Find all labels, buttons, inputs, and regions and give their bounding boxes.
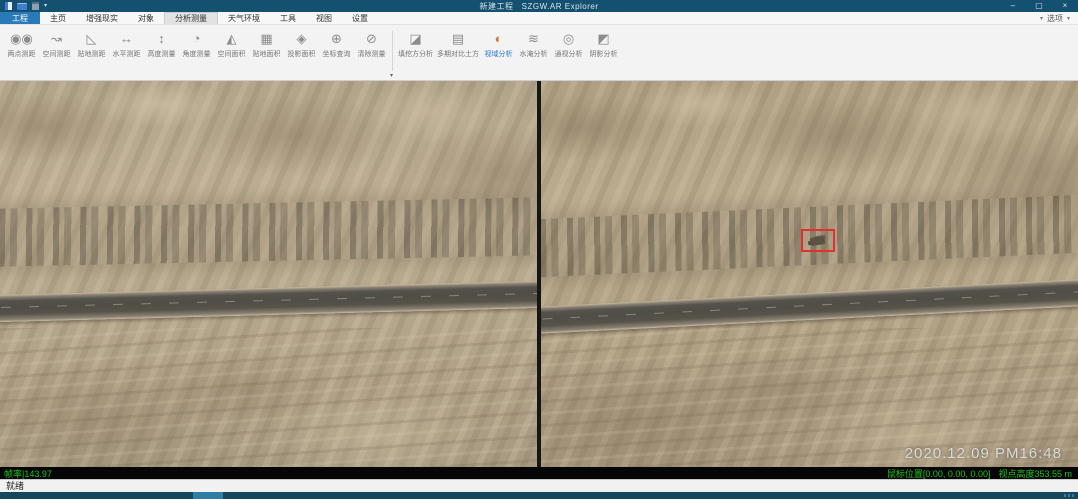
options-caret-right-icon: ▾ <box>1067 15 1070 22</box>
ready-status: 就绪 <box>6 481 24 491</box>
flood-analysis-icon: ≋ <box>528 30 539 47</box>
space-area-icon: ◭ <box>227 30 237 47</box>
left-dune-ripples <box>0 328 537 467</box>
dual-viewport: 2020.12.09 PM16:48 <box>0 81 1078 467</box>
angle-measure-button[interactable]: ◔ 角度测量 <box>179 30 214 59</box>
shadow-analysis-icon: ◩ <box>597 30 609 47</box>
resize-grip-icon <box>1064 494 1074 497</box>
clear-measure-button[interactable]: ⊘ 清除测量 <box>354 30 389 59</box>
window-title: 新建工程 SZGW.AR Explorer <box>0 1 1078 12</box>
menu-settings[interactable]: 设置 <box>342 12 378 24</box>
left-viewport[interactable] <box>0 81 537 467</box>
menu-analysis-measure[interactable]: 分析测量 <box>164 12 218 24</box>
horizontal-distance-button[interactable]: ↔ 水平测距 <box>109 30 144 59</box>
cut-fill-analysis-icon: ◪ <box>409 30 421 47</box>
horizontal-distance-icon: ↔ <box>120 30 133 47</box>
project-title: 新建工程 <box>479 2 513 11</box>
toolbar-overflow-icon[interactable]: ▾ <box>390 72 393 79</box>
ground-distance-icon: ◺ <box>87 30 97 47</box>
clear-measure-icon: ⊘ <box>366 30 377 47</box>
menu-view[interactable]: 视图 <box>306 12 342 24</box>
projection-area-icon: ◈ <box>297 30 307 47</box>
space-distance-button[interactable]: ↝ 空间测距 <box>39 30 74 59</box>
options-label: 选项 <box>1047 13 1063 24</box>
menu-bar: 工程 主页 增强现实 对象 分析测量 天气环境 工具 视图 设置 ▾ 选项 ▾ <box>0 12 1078 25</box>
viewshed-analysis-icon: ◐ <box>495 30 503 47</box>
viewshed-analysis-button[interactable]: ◐ 视域分析 <box>481 30 516 59</box>
multi-period-compare-button[interactable]: ▤ 多期对比土方 <box>435 30 481 59</box>
timestamp-overlay: 2020.12.09 PM16:48 <box>905 445 1062 462</box>
angle-measure-icon: ◔ <box>193 30 201 47</box>
scrollbar-thumb[interactable] <box>193 492 223 499</box>
sight-analysis-button[interactable]: ◎ 通视分析 <box>551 30 586 59</box>
coordinate-query-icon: ⊕ <box>331 30 342 47</box>
options-control[interactable]: ▾ 选项 ▾ <box>1040 12 1078 24</box>
menu-tools[interactable]: 工具 <box>270 12 306 24</box>
frame-rate-readout: 帧率|143.97 <box>0 467 52 480</box>
menu-home[interactable]: 主页 <box>40 12 76 24</box>
left-dirt-track <box>0 197 537 267</box>
mouse-position-readout: 鼠标位置[0.00, 0.00, 0.00] <box>887 467 991 480</box>
multi-period-compare-icon: ▤ <box>452 30 464 47</box>
options-caret-left-icon: ▾ <box>1040 15 1043 22</box>
two-point-distance-icon: ◉◉ <box>10 30 33 47</box>
ground-area-icon: ▦ <box>260 30 272 47</box>
application-window: ▾ 新建工程 SZGW.AR Explorer – ▢ × 工程 主页 增强现实… <box>0 0 1078 499</box>
space-area-button[interactable]: ◭ 空间面积 <box>214 30 249 59</box>
cut-fill-analysis-button[interactable]: ◪ 填挖方分析 <box>396 30 435 59</box>
measure-analysis-toolbar: ◉◉ 两点测距 ↝ 空间测距 ◺ 贴地测距 ↔ 水平测距 ↕ 高度测量 ◔ 角度… <box>0 25 1078 81</box>
shadow-analysis-button[interactable]: ◩ 阴影分析 <box>586 30 621 59</box>
application-status-bar: 就绪 <box>0 479 1078 492</box>
height-measure-button[interactable]: ↕ 高度测量 <box>144 30 179 59</box>
title-bar: ▾ 新建工程 SZGW.AR Explorer – ▢ × <box>0 0 1078 12</box>
menu-objects[interactable]: 对象 <box>128 12 164 24</box>
height-measure-icon: ↕ <box>158 30 165 47</box>
sight-analysis-icon: ◎ <box>563 30 574 47</box>
menu-weather-environment[interactable]: 天气环境 <box>218 12 270 24</box>
ground-area-button[interactable]: ▦ 贴地面积 <box>249 30 284 59</box>
coordinate-query-button[interactable]: ⊕ 坐标查询 <box>319 30 354 59</box>
menu-augmented-reality[interactable]: 增强现实 <box>76 12 128 24</box>
two-point-distance-button[interactable]: ◉◉ 两点测距 <box>4 30 39 59</box>
space-distance-icon: ↝ <box>51 30 62 47</box>
toolbar-separator <box>392 31 393 71</box>
menu-project[interactable]: 工程 <box>0 12 40 24</box>
horizontal-scrollbar[interactable] <box>0 492 1078 499</box>
viewport-status-bar: 帧率|143.97 鼠标位置[0.00, 0.00, 0.00] 视点高度353… <box>0 467 1078 479</box>
detection-box <box>801 229 835 252</box>
right-viewport[interactable]: 2020.12.09 PM16:48 <box>541 81 1078 467</box>
detected-vehicle <box>810 236 826 246</box>
view-height-readout: 视点高度353.55 m <box>998 467 1072 480</box>
flood-analysis-button[interactable]: ≋ 水淹分析 <box>516 30 551 59</box>
ground-distance-button[interactable]: ◺ 贴地测距 <box>74 30 109 59</box>
app-title: SZGW.AR Explorer <box>522 2 599 11</box>
projection-area-button[interactable]: ◈ 投影面积 <box>284 30 319 59</box>
